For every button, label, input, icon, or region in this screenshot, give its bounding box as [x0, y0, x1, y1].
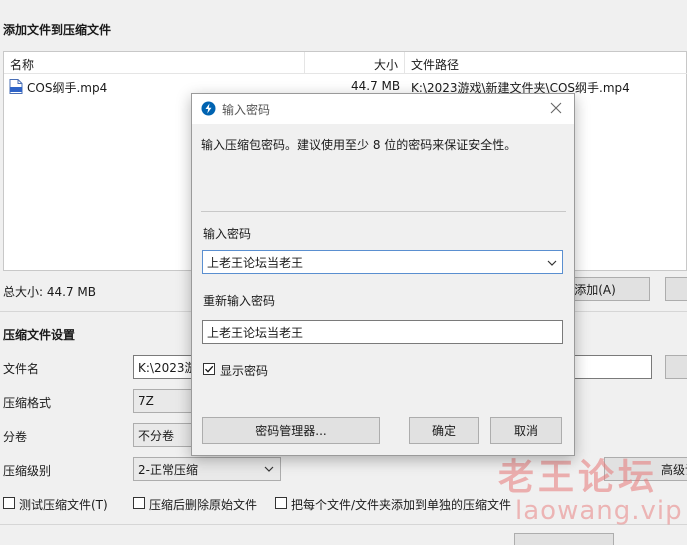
- column-size[interactable]: 大小: [374, 56, 398, 73]
- file-list-header: 名称 大小 文件路径: [4, 52, 687, 74]
- file-name: COS纲手.mp4: [27, 81, 108, 95]
- column-path[interactable]: 文件路径: [411, 56, 459, 73]
- confirm-password-label: 重新输入密码: [203, 294, 276, 308]
- separate-archives-label[interactable]: 把每个文件/文件夹添加到单独的压缩文件: [291, 496, 511, 513]
- delete-after-label[interactable]: 压缩后删除原始文件: [149, 496, 257, 513]
- dialog-description: 输入压缩包密码。建议使用至少 8 位的密码来保证安全性。: [201, 138, 517, 152]
- password-input[interactable]: 上老王论坛当老王: [202, 250, 563, 274]
- dialog-titlebar[interactable]: 输入密码: [192, 94, 574, 124]
- format-label: 压缩格式: [3, 396, 52, 410]
- cancel-button[interactable]: 取消: [490, 417, 562, 444]
- chevron-down-icon[interactable]: [547, 257, 557, 271]
- delete-after-checkbox[interactable]: [133, 497, 145, 509]
- file-size: 44.7 MB: [351, 79, 401, 93]
- split-select[interactable]: 不分卷: [133, 423, 193, 447]
- show-password-label[interactable]: 显示密码: [220, 362, 268, 379]
- dialog-title: 输入密码: [222, 103, 271, 117]
- filename-label: 文件名: [3, 362, 40, 376]
- add-files-title: 添加文件到压缩文件: [3, 23, 112, 37]
- checkmark-icon: [205, 365, 214, 373]
- total-size: 总大小: 44.7 MB: [3, 285, 96, 299]
- settings-title: 压缩文件设置: [3, 328, 76, 342]
- ok-button[interactable]: 确定: [409, 417, 479, 444]
- watermark-logo-en: laowang.vip: [515, 496, 683, 526]
- test-archive-label[interactable]: 测试压缩文件(T): [19, 496, 108, 513]
- format-select[interactable]: 7Z: [133, 389, 193, 413]
- level-value: 2-正常压缩: [138, 462, 198, 477]
- browse-button[interactable]: [665, 355, 687, 379]
- app-logo-icon: [201, 101, 216, 119]
- split-label: 分卷: [3, 430, 28, 444]
- show-password-checkbox[interactable]: [203, 363, 215, 375]
- password-dialog: 输入密码 输入压缩包密码。建议使用至少 8 位的密码来保证安全性。 输入密码 上…: [191, 93, 575, 456]
- close-icon[interactable]: [550, 102, 562, 117]
- password-manager-button[interactable]: 密码管理器...: [202, 417, 380, 444]
- level-select[interactable]: 2-正常压缩: [133, 457, 281, 481]
- column-divider: [304, 52, 305, 74]
- column-name[interactable]: 名称: [10, 56, 34, 73]
- separate-archives-checkbox[interactable]: [275, 497, 287, 509]
- password-value: 上老王论坛当老王: [207, 255, 304, 270]
- mp4-file-icon: [9, 79, 23, 94]
- password-label: 输入密码: [203, 227, 252, 241]
- level-label: 压缩级别: [3, 464, 52, 478]
- side-button[interactable]: [665, 277, 687, 301]
- confirm-password-input[interactable]: 上老王论坛当老王: [202, 320, 563, 344]
- chevron-down-icon: [264, 463, 274, 477]
- test-archive-checkbox[interactable]: [3, 497, 15, 509]
- dialog-divider: [201, 211, 566, 212]
- dialog-body: 输入压缩包密码。建议使用至少 8 位的密码来保证安全性。 输入密码 上老王论坛当…: [192, 124, 574, 455]
- bottom-button[interactable]: [514, 533, 614, 545]
- column-divider: [404, 52, 405, 74]
